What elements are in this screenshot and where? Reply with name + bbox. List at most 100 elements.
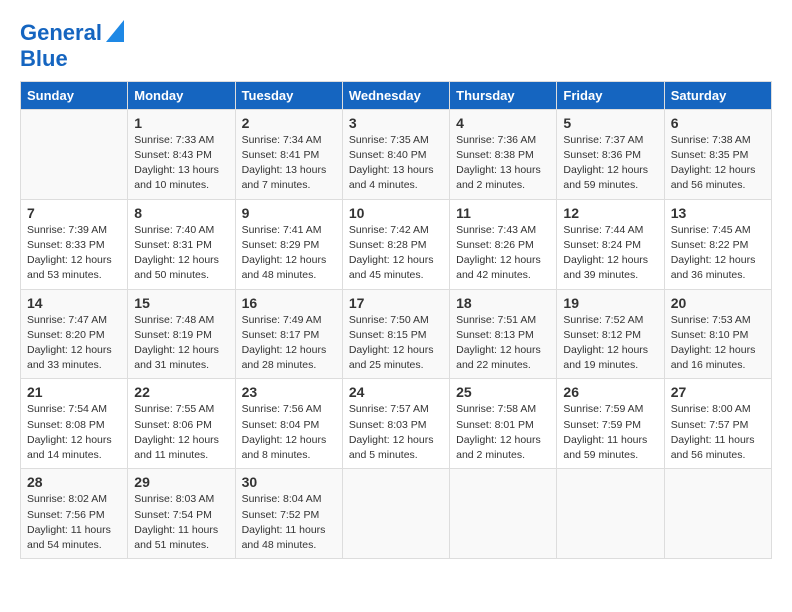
day-info: Sunrise: 8:03 AM Sunset: 7:54 PM Dayligh… <box>134 492 228 553</box>
day-info: Sunrise: 7:35 AM Sunset: 8:40 PM Dayligh… <box>349 133 443 194</box>
day-info: Sunrise: 7:48 AM Sunset: 8:19 PM Dayligh… <box>134 313 228 374</box>
day-info: Sunrise: 7:40 AM Sunset: 8:31 PM Dayligh… <box>134 223 228 284</box>
day-info: Sunrise: 7:33 AM Sunset: 8:43 PM Dayligh… <box>134 133 228 194</box>
day-info: Sunrise: 8:00 AM Sunset: 7:57 PM Dayligh… <box>671 402 765 463</box>
calendar-cell: 17 Sunrise: 7:50 AM Sunset: 8:15 PM Dayli… <box>342 289 449 379</box>
day-number: 6 <box>671 115 765 131</box>
calendar-cell <box>21 109 128 199</box>
day-number: 11 <box>456 205 550 221</box>
calendar-cell: 20 Sunrise: 7:53 AM Sunset: 8:10 PM Dayli… <box>664 289 771 379</box>
calendar-cell: 1 Sunrise: 7:33 AM Sunset: 8:43 PM Daylig… <box>128 109 235 199</box>
calendar-cell: 13 Sunrise: 7:45 AM Sunset: 8:22 PM Dayli… <box>664 199 771 289</box>
calendar-cell: 27 Sunrise: 8:00 AM Sunset: 7:57 PM Dayli… <box>664 379 771 469</box>
day-number: 8 <box>134 205 228 221</box>
day-info: Sunrise: 7:36 AM Sunset: 8:38 PM Dayligh… <box>456 133 550 194</box>
calendar-cell <box>450 469 557 559</box>
day-info: Sunrise: 7:54 AM Sunset: 8:08 PM Dayligh… <box>27 402 121 463</box>
day-number: 20 <box>671 295 765 311</box>
day-info: Sunrise: 7:41 AM Sunset: 8:29 PM Dayligh… <box>242 223 336 284</box>
calendar-cell: 16Sunrise: 7:49 AM Sunset: 8:17 PM Dayli… <box>235 289 342 379</box>
day-info: Sunrise: 7:52 AM Sunset: 8:12 PM Dayligh… <box>563 313 657 374</box>
calendar-cell: 26 Sunrise: 7:59 AM Sunset: 7:59 PM Dayli… <box>557 379 664 469</box>
day-number: 22 <box>134 384 228 400</box>
day-number: 5 <box>563 115 657 131</box>
calendar-cell: 8 Sunrise: 7:40 AM Sunset: 8:31 PM Daylig… <box>128 199 235 289</box>
day-number: 29 <box>134 474 228 490</box>
logo-text2: Blue <box>20 47 68 71</box>
calendar-cell: 7 Sunrise: 7:39 AM Sunset: 8:33 PM Daylig… <box>21 199 128 289</box>
day-info: Sunrise: 7:47 AM Sunset: 8:20 PM Dayligh… <box>27 313 121 374</box>
col-header-saturday: Saturday <box>664 81 771 109</box>
calendar-cell: 9 Sunrise: 7:41 AM Sunset: 8:29 PM Daylig… <box>235 199 342 289</box>
day-info: Sunrise: 7:53 AM Sunset: 8:10 PM Dayligh… <box>671 313 765 374</box>
day-number: 17 <box>349 295 443 311</box>
calendar-table: SundayMondayTuesdayWednesdayThursdayFrid… <box>20 81 772 559</box>
logo: General Blue <box>20 20 124 71</box>
calendar-cell: 12 Sunrise: 7:44 AM Sunset: 8:24 PM Dayli… <box>557 199 664 289</box>
week-row-3: 14Sunrise: 7:47 AM Sunset: 8:20 PM Dayli… <box>21 289 772 379</box>
day-info: Sunrise: 7:55 AM Sunset: 8:06 PM Dayligh… <box>134 402 228 463</box>
day-info: Sunrise: 7:43 AM Sunset: 8:26 PM Dayligh… <box>456 223 550 284</box>
day-number: 19 <box>563 295 657 311</box>
day-number: 12 <box>563 205 657 221</box>
day-number: 9 <box>242 205 336 221</box>
day-info: Sunrise: 7:57 AM Sunset: 8:03 PM Dayligh… <box>349 402 443 463</box>
calendar-cell: 14Sunrise: 7:47 AM Sunset: 8:20 PM Dayli… <box>21 289 128 379</box>
calendar-cell: 21 Sunrise: 7:54 AM Sunset: 8:08 PM Dayli… <box>21 379 128 469</box>
calendar-cell: 2Sunrise: 7:34 AM Sunset: 8:41 PM Daylig… <box>235 109 342 199</box>
calendar-cell: 10Sunrise: 7:42 AM Sunset: 8:28 PM Dayli… <box>342 199 449 289</box>
day-number: 1 <box>134 115 228 131</box>
day-number: 25 <box>456 384 550 400</box>
day-info: Sunrise: 7:49 AM Sunset: 8:17 PM Dayligh… <box>242 313 336 374</box>
col-header-monday: Monday <box>128 81 235 109</box>
calendar-cell: 11 Sunrise: 7:43 AM Sunset: 8:26 PM Dayli… <box>450 199 557 289</box>
day-number: 10 <box>349 205 443 221</box>
col-header-friday: Friday <box>557 81 664 109</box>
day-number: 30 <box>242 474 336 490</box>
day-number: 13 <box>671 205 765 221</box>
day-number: 27 <box>671 384 765 400</box>
day-number: 24 <box>349 384 443 400</box>
day-info: Sunrise: 7:38 AM Sunset: 8:35 PM Dayligh… <box>671 133 765 194</box>
day-number: 21 <box>27 384 121 400</box>
calendar-cell: 5 Sunrise: 7:37 AM Sunset: 8:36 PM Daylig… <box>557 109 664 199</box>
calendar-cell: 15 Sunrise: 7:48 AM Sunset: 8:19 PM Dayli… <box>128 289 235 379</box>
week-row-5: 28Sunrise: 8:02 AM Sunset: 7:56 PM Dayli… <box>21 469 772 559</box>
calendar-cell: 18Sunrise: 7:51 AM Sunset: 8:13 PM Dayli… <box>450 289 557 379</box>
calendar-cell: 4 Sunrise: 7:36 AM Sunset: 8:38 PM Daylig… <box>450 109 557 199</box>
day-number: 7 <box>27 205 121 221</box>
calendar-cell: 28Sunrise: 8:02 AM Sunset: 7:56 PM Dayli… <box>21 469 128 559</box>
day-number: 2 <box>242 115 336 131</box>
day-number: 4 <box>456 115 550 131</box>
day-number: 15 <box>134 295 228 311</box>
day-number: 26 <box>563 384 657 400</box>
calendar-cell: 29 Sunrise: 8:03 AM Sunset: 7:54 PM Dayli… <box>128 469 235 559</box>
calendar-cell: 23Sunrise: 7:56 AM Sunset: 8:04 PM Dayli… <box>235 379 342 469</box>
page-header: General Blue <box>20 20 772 71</box>
col-header-wednesday: Wednesday <box>342 81 449 109</box>
calendar-header-row: SundayMondayTuesdayWednesdayThursdayFrid… <box>21 81 772 109</box>
col-header-thursday: Thursday <box>450 81 557 109</box>
day-number: 28 <box>27 474 121 490</box>
day-info: Sunrise: 7:59 AM Sunset: 7:59 PM Dayligh… <box>563 402 657 463</box>
day-info: Sunrise: 7:58 AM Sunset: 8:01 PM Dayligh… <box>456 402 550 463</box>
calendar-cell <box>664 469 771 559</box>
calendar-cell: 19 Sunrise: 7:52 AM Sunset: 8:12 PM Dayli… <box>557 289 664 379</box>
calendar-cell: 30 Sunrise: 8:04 AM Sunset: 7:52 PM Dayli… <box>235 469 342 559</box>
col-header-sunday: Sunday <box>21 81 128 109</box>
day-info: Sunrise: 7:45 AM Sunset: 8:22 PM Dayligh… <box>671 223 765 284</box>
calendar-cell: 22 Sunrise: 7:55 AM Sunset: 8:06 PM Dayli… <box>128 379 235 469</box>
day-number: 23 <box>242 384 336 400</box>
day-info: Sunrise: 8:04 AM Sunset: 7:52 PM Dayligh… <box>242 492 336 553</box>
calendar-cell <box>342 469 449 559</box>
day-info: Sunrise: 7:51 AM Sunset: 8:13 PM Dayligh… <box>456 313 550 374</box>
week-row-2: 7 Sunrise: 7:39 AM Sunset: 8:33 PM Daylig… <box>21 199 772 289</box>
day-info: Sunrise: 7:37 AM Sunset: 8:36 PM Dayligh… <box>563 133 657 194</box>
logo-icon <box>106 20 124 42</box>
calendar-cell: 25 Sunrise: 7:58 AM Sunset: 8:01 PM Dayli… <box>450 379 557 469</box>
day-info: Sunrise: 7:50 AM Sunset: 8:15 PM Dayligh… <box>349 313 443 374</box>
day-info: Sunrise: 7:44 AM Sunset: 8:24 PM Dayligh… <box>563 223 657 284</box>
day-info: Sunrise: 7:39 AM Sunset: 8:33 PM Dayligh… <box>27 223 121 284</box>
calendar-cell: 24 Sunrise: 7:57 AM Sunset: 8:03 PM Dayli… <box>342 379 449 469</box>
calendar-cell: 3Sunrise: 7:35 AM Sunset: 8:40 PM Daylig… <box>342 109 449 199</box>
